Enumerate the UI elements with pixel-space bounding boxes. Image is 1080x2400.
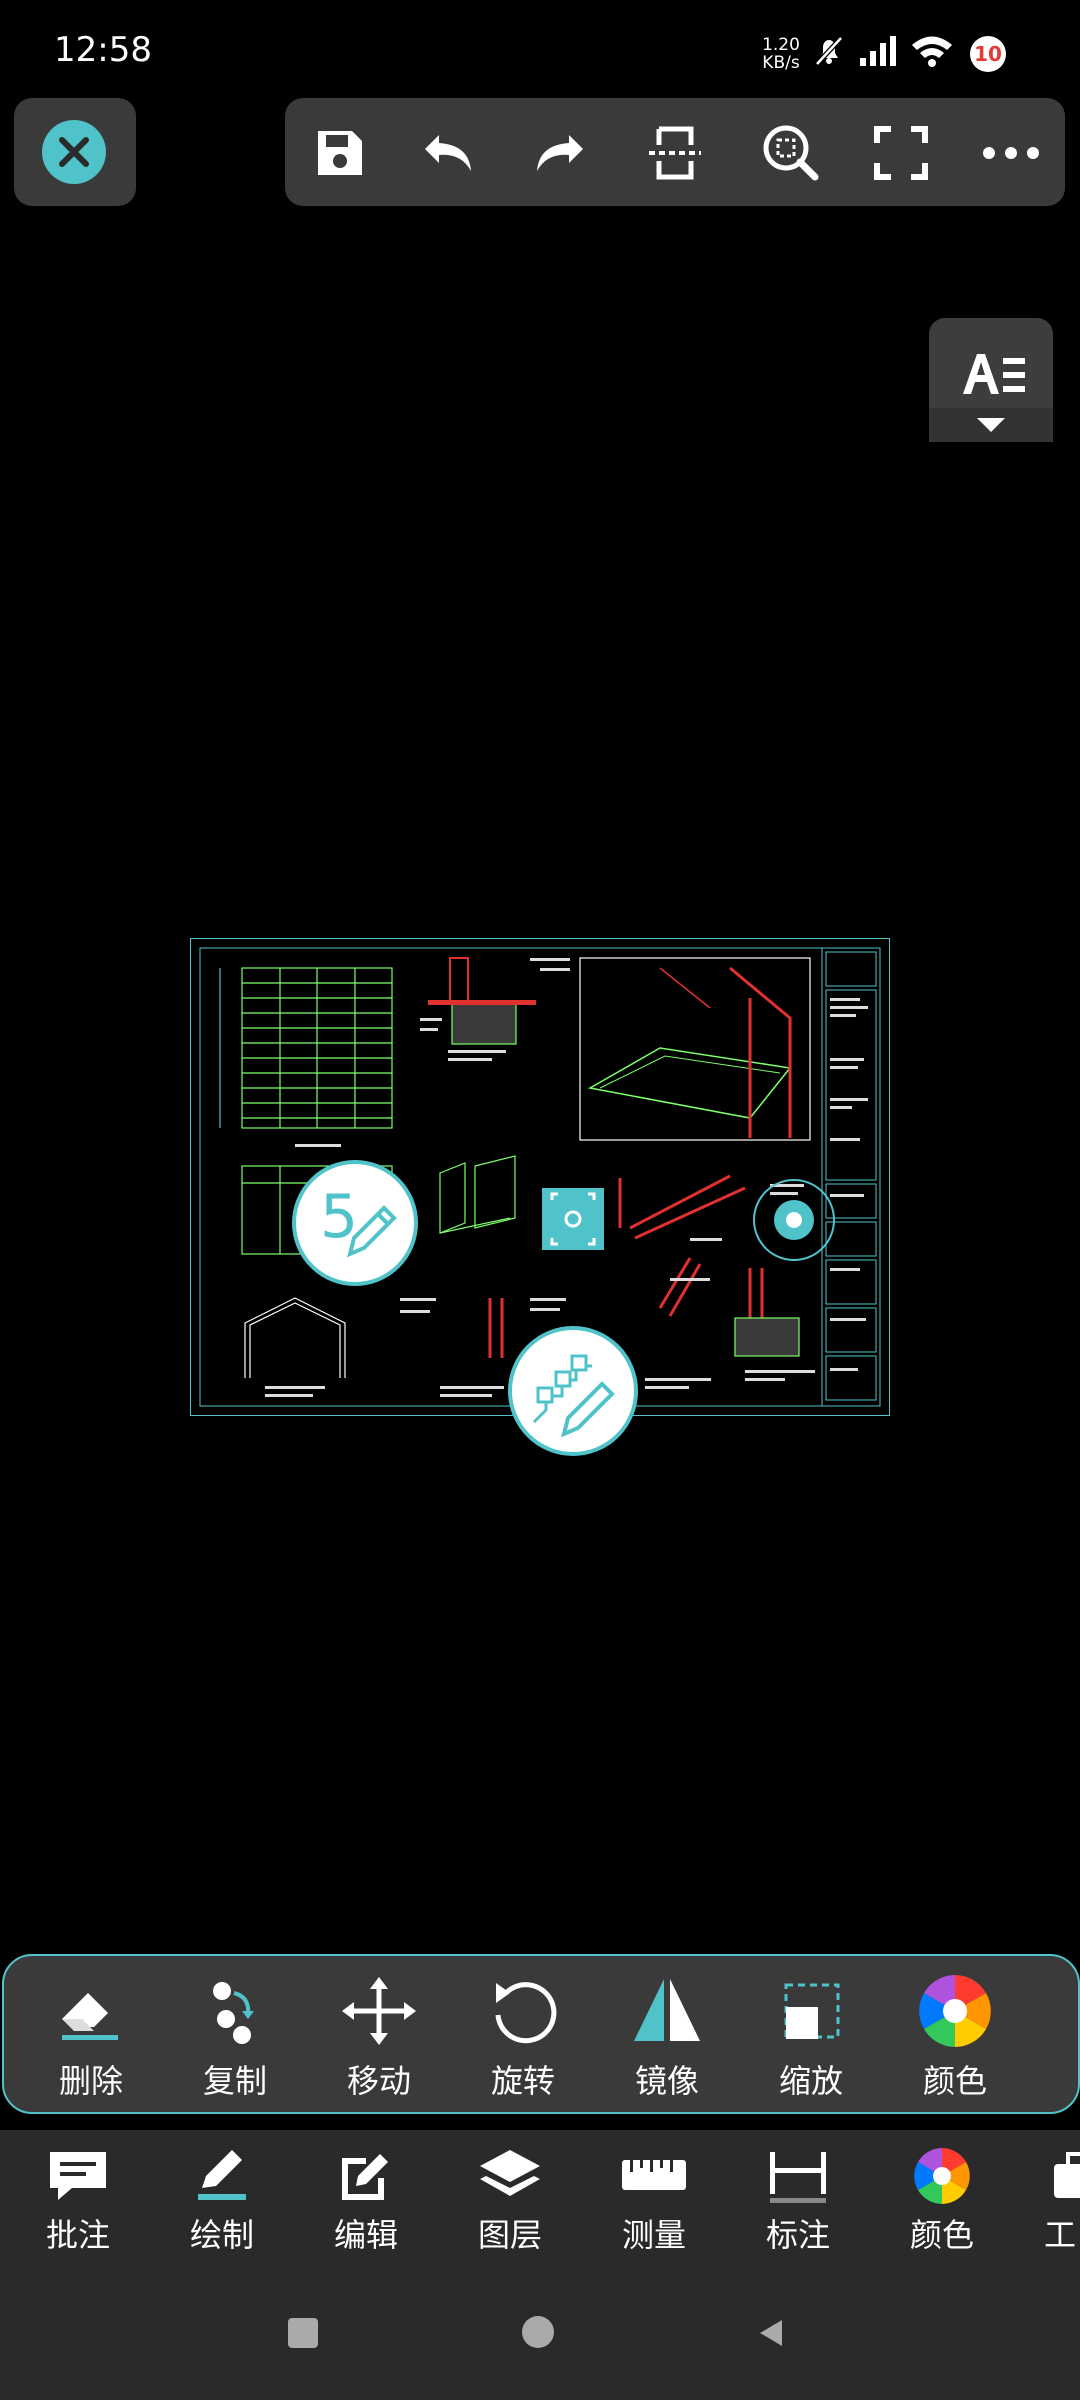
edit-icon <box>342 2154 388 2200</box>
fullscreen-icon <box>874 126 928 180</box>
redo-button[interactable] <box>524 118 594 188</box>
nav-edit-label: 编辑 <box>333 2216 398 2254</box>
selection-handle-icon <box>542 1188 604 1250</box>
network-speed-unit: KB/s <box>762 53 800 73</box>
more-button[interactable] <box>976 118 1046 188</box>
fullscreen-button[interactable] <box>866 118 936 188</box>
scale-icon <box>784 1983 840 2039</box>
zoom-area-button[interactable] <box>756 118 826 188</box>
undo-icon <box>425 135 471 171</box>
nav-annotate-label: 批注 <box>45 2216 110 2254</box>
recent-apps-button[interactable] <box>288 2318 318 2348</box>
nav-layers[interactable] <box>470 2148 550 2204</box>
back-icon <box>760 2320 782 2346</box>
isometric-frames <box>439 1155 516 1234</box>
dimension-icon <box>770 2152 826 2203</box>
redo-icon <box>537 135 583 171</box>
back-button[interactable] <box>756 2318 786 2348</box>
layers-icon <box>480 2150 540 2196</box>
3d-frame-view <box>579 957 811 1141</box>
color-wheel-icon <box>914 2148 970 2204</box>
nav-color[interactable] <box>902 2148 982 2204</box>
nav-draw-label: 绘制 <box>189 2216 254 2254</box>
color-tool[interactable] <box>900 1975 1010 2051</box>
more-icon <box>983 147 1039 159</box>
notification-badge: 10 <box>970 36 1006 72</box>
wifi-icon <box>910 34 954 72</box>
split-view-button[interactable] <box>640 118 710 188</box>
nav-annotate[interactable] <box>38 2148 118 2204</box>
move-tool-label: 移动 <box>346 2062 411 2100</box>
signal-icon <box>858 34 898 72</box>
mirror-tool[interactable] <box>612 1975 722 2051</box>
nav-dimension-label: 标注 <box>765 2216 830 2254</box>
delete-tool-label: 删除 <box>58 2062 123 2100</box>
home-button[interactable] <box>522 2316 554 2348</box>
plan-view <box>219 967 393 1129</box>
pencil-icon <box>347 1205 397 1258</box>
copy-tool[interactable] <box>180 1975 290 2051</box>
nav-toolbox[interactable] <box>1050 2148 1080 2204</box>
draw-icon <box>198 2150 246 2200</box>
rotate-icon <box>495 1982 557 2044</box>
rotate-tool-label: 旋转 <box>490 2062 555 2100</box>
split-view-icon <box>649 126 701 180</box>
text-style-icon <box>929 354 1053 442</box>
draw-count-button[interactable]: 5 <box>292 1160 418 1286</box>
comment-icon <box>50 2152 106 2200</box>
rotate-tool[interactable] <box>468 1975 578 2051</box>
move-icon <box>342 1977 416 2045</box>
nav-edit[interactable] <box>326 2148 406 2204</box>
network-speed: 1.20 KB/s <box>758 36 804 72</box>
copy-tool-label: 复制 <box>202 2062 267 2100</box>
copy-icon <box>213 1982 254 2044</box>
undo-button[interactable] <box>414 118 484 188</box>
mute-bell-icon <box>812 34 846 72</box>
mirror-tool-label: 镜像 <box>634 2062 699 2100</box>
color-wheel-icon <box>919 1975 991 2047</box>
polyline-draw-button[interactable] <box>508 1326 638 1456</box>
ruler-icon <box>622 2160 686 2190</box>
nav-draw[interactable] <box>182 2148 262 2204</box>
nav-measure[interactable] <box>614 2148 694 2204</box>
zoom-area-icon <box>763 125 819 181</box>
toolbox-icon <box>1054 2152 1080 2198</box>
nav-layers-label: 图层 <box>477 2216 542 2254</box>
text-style-button[interactable] <box>929 318 1053 442</box>
scale-tool[interactable] <box>756 1975 866 2051</box>
network-speed-value: 1.20 <box>762 35 800 55</box>
portal-frame-view <box>244 1297 346 1378</box>
nav-toolbox-label: 工 <box>1044 2216 1077 2254</box>
close-icon <box>59 137 89 167</box>
save-icon <box>318 131 362 175</box>
nav-color-label: 颜色 <box>909 2216 974 2254</box>
mirror-icon <box>634 1979 700 2041</box>
nav-measure-label: 测量 <box>621 2216 686 2254</box>
nav-dimension[interactable] <box>758 2148 838 2204</box>
base-plate-detail <box>428 957 536 1061</box>
save-button[interactable] <box>305 118 375 188</box>
move-tool[interactable] <box>324 1975 434 2051</box>
status-time: 12:58 <box>54 30 152 70</box>
delete-tool[interactable] <box>36 1975 146 2051</box>
color-tool-label: 颜色 <box>922 2062 987 2100</box>
close-button[interactable] <box>42 120 106 184</box>
eraser-icon <box>62 1993 118 2040</box>
scale-tool-label: 缩放 <box>778 2062 843 2100</box>
polyline-pencil-icon <box>532 1354 615 1438</box>
